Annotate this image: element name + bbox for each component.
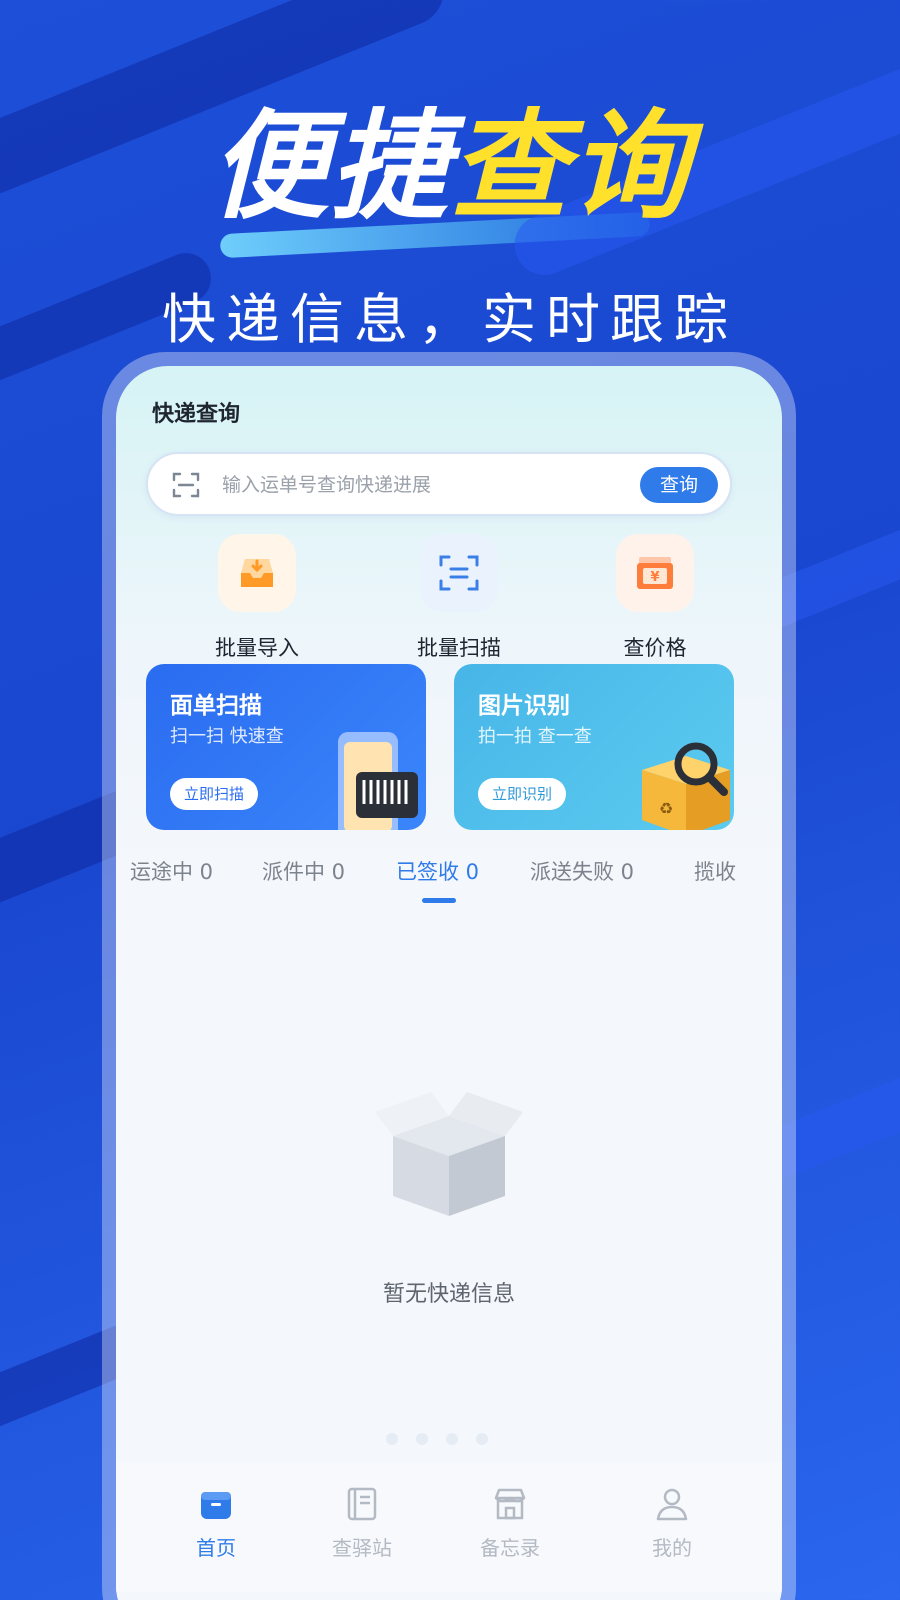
recognize-now-button[interactable]: 立即识别 — [478, 778, 567, 810]
promo-headline: 便捷查询 — [209, 70, 691, 259]
headline-white-text: 便捷 — [209, 97, 450, 235]
card-subtitle: 扫一扫 快速查 — [170, 726, 284, 747]
tab-in-transit[interactable]: 运途中 0 — [130, 856, 213, 886]
action-label: 批量扫描 — [417, 636, 501, 660]
image-recognition-card[interactable]: 图片识别 拍一拍 查一查 立即识别 ♻ — [454, 664, 734, 830]
package-magnifier-icon: ♻ — [642, 742, 730, 830]
notebook-icon — [347, 1487, 377, 1521]
search-bar[interactable]: 查询 — [146, 452, 732, 516]
page-dot — [446, 1433, 458, 1445]
tab-delivering[interactable]: 派件中 0 — [262, 856, 345, 886]
empty-state: 暂无快递信息 — [116, 1086, 782, 1308]
empty-state-text: 暂无快递信息 — [382, 1282, 515, 1307]
barcode-phone-icon — [338, 732, 418, 830]
active-tab-indicator — [422, 898, 456, 903]
quick-actions: 批量导入 批量扫描 ¥ 查价格 — [116, 534, 782, 664]
action-label: 批量导入 — [215, 636, 299, 660]
promo-header: 便捷查询 快递信息，实时跟踪 — [0, 70, 900, 354]
nav-label: 查驿站 — [332, 1536, 392, 1560]
waybill-scan-card[interactable]: 面单扫描 扫一扫 快速查 立即扫描 — [146, 664, 426, 830]
nav-home[interactable]: 首页 — [156, 1486, 276, 1561]
nav-label: 首页 — [196, 1536, 236, 1560]
scan-icon[interactable] — [172, 472, 200, 498]
card-subtitle: 拍一拍 查一查 — [478, 726, 592, 747]
inbox-download-icon — [218, 534, 296, 612]
home-box-icon — [201, 1492, 231, 1519]
batch-import-button[interactable]: 批量导入 — [182, 534, 332, 662]
nav-profile[interactable]: 我的 — [612, 1486, 732, 1561]
phone-screen: 快递查询 查询 批量导入 — [116, 366, 782, 1600]
card-title: 图片识别 — [478, 693, 570, 719]
scan-now-button[interactable]: 立即扫描 — [170, 778, 259, 810]
bottom-nav: 首页 查驿站 备忘录 我的 — [116, 1462, 782, 1592]
tab-signed[interactable]: 已签收 0 — [396, 856, 479, 886]
page-dot — [386, 1433, 398, 1445]
action-label: 查价格 — [623, 636, 687, 660]
tab-delivery-failed[interactable]: 派送失败 0 — [530, 856, 634, 886]
phone-frame: 快递查询 查询 批量导入 — [102, 352, 796, 1600]
svg-text:¥: ¥ — [650, 570, 659, 585]
search-button[interactable]: 查询 — [640, 467, 718, 503]
scan-frame-icon — [420, 534, 498, 612]
tab-collected[interactable]: 揽收 — [694, 856, 736, 886]
nav-label: 我的 — [652, 1536, 692, 1560]
search-input[interactable] — [222, 470, 622, 500]
status-tabs: 运途中 0 派件中 0 已签收 0 派送失败 0 揽收 — [116, 856, 782, 916]
promo-subline: 快递信息，实时跟踪 — [162, 288, 738, 351]
user-icon — [656, 1488, 688, 1521]
svg-text:♻: ♻ — [659, 799, 673, 818]
headline-yellow-text: 查询 — [450, 97, 691, 235]
open-box-icon — [375, 1092, 523, 1216]
nav-memo[interactable]: 备忘录 — [450, 1486, 570, 1561]
batch-scan-button[interactable]: 批量扫描 — [384, 534, 534, 662]
card-title: 面单扫描 — [170, 693, 262, 719]
store-icon — [494, 1488, 526, 1520]
page-title: 快递查询 — [152, 402, 241, 427]
page-dot — [476, 1433, 488, 1445]
nav-label: 备忘录 — [480, 1536, 540, 1560]
page-indicator — [386, 1430, 506, 1449]
check-price-button[interactable]: ¥ 查价格 — [580, 534, 730, 662]
page-dot — [416, 1433, 428, 1445]
yen-price-icon: ¥ — [616, 534, 694, 612]
nav-station[interactable]: 查驿站 — [302, 1486, 422, 1561]
